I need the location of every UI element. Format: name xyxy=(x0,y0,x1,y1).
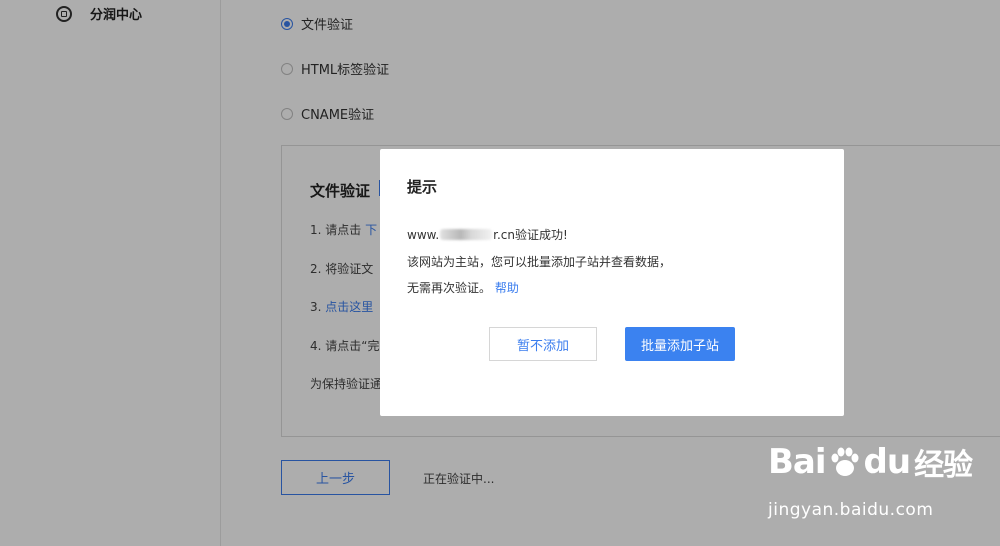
dialog-success-message: www. r.cn验证成功! xyxy=(407,226,568,243)
watermark-brand-cn: 经验 xyxy=(914,448,973,483)
dialog-no-reverify-message: 无需再次验证。 帮助 xyxy=(407,279,519,296)
prompt-dialog: 提示 www. r.cn验证成功! 该网站为主站，您可以批量添加子站并查看数据， … xyxy=(380,149,844,416)
watermark-brand-right: du xyxy=(863,442,912,482)
paw-icon xyxy=(831,447,859,476)
watermark-logo: Bai du 经验 xyxy=(768,440,973,484)
success-text: r.cn验证成功! xyxy=(493,228,568,242)
domain-prefix: www. xyxy=(407,228,440,242)
dialog-title: 提示 xyxy=(407,178,438,196)
not-now-button[interactable]: 暂不添加 xyxy=(489,327,597,361)
help-link[interactable]: 帮助 xyxy=(495,281,519,295)
redacted-domain xyxy=(440,229,493,240)
dialog-main-site-message: 该网站为主站，您可以批量添加子站并查看数据， xyxy=(407,255,672,269)
watermark-brand-left: Bai xyxy=(768,442,827,482)
baidu-jingyan-watermark: Bai du 经验 jingyan.baidu.com xyxy=(768,440,993,530)
watermark-url: jingyan.baidu.com xyxy=(768,500,934,520)
batch-add-subsites-button[interactable]: 批量添加子站 xyxy=(625,327,735,361)
no-reverify-text: 无需再次验证。 xyxy=(407,281,492,295)
